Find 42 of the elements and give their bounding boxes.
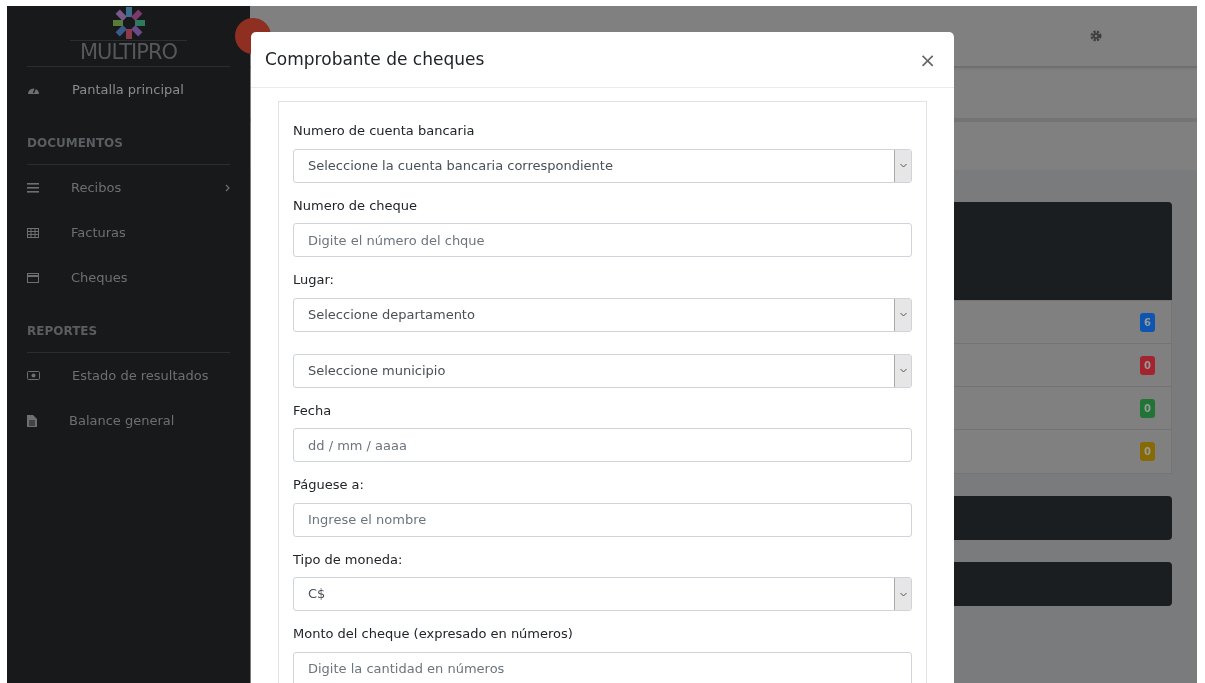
input-field[interactable]: Digite el número del chque [293,223,912,257]
field-label: Páguese a: [293,476,365,494]
table-icon [27,227,39,238]
close-button[interactable]: × [915,49,940,70]
chevron-icon [225,183,230,192]
modal-title: Comprobante de cheques [265,49,485,70]
field-label: Fecha [293,401,333,420]
logo-icon [111,6,146,40]
caret-icon [899,591,907,597]
count-badge: 0 [1140,398,1155,418]
settings-icon[interactable] [1090,30,1102,42]
count-badge: 0 [1140,442,1155,461]
caret-icon [899,312,907,317]
field-label: Numero de cheque [293,196,419,215]
card-icon [27,272,39,283]
money-icon [27,371,40,381]
field-label: Tipo de moneda: [293,550,404,569]
caret-icon [899,368,907,373]
input-field[interactable]: Ingrese el nombre [293,502,912,537]
select-field[interactable]: Seleccione departamento [293,297,912,332]
select-field[interactable]: Seleccione municipio [293,353,912,388]
list-icon [27,182,39,193]
sidebar-item[interactable]: Recibos [7,165,250,211]
section-heading: REPORTES [27,300,230,354]
sidebar-item[interactable]: Estado de resultados [7,353,250,399]
section-heading: DOCUMENTOS [27,112,230,166]
sidebar-item[interactable]: Balance general [7,398,250,444]
caret-icon [899,163,907,168]
field-label: Numero de cuenta bancaria [293,122,476,140]
count-badge: 6 [1140,312,1155,332]
sidebar-item[interactable]: Pantalla principal [7,67,250,113]
count-badge: 0 [1140,355,1155,375]
sidebar-item[interactable]: Cheques [7,255,250,301]
select-field[interactable]: C$ [293,577,912,611]
input-field[interactable]: dd / mm / aaaa [293,428,912,462]
field-label: Lugar: [293,271,335,289]
select-field[interactable]: Seleccione la cuenta bancaria correspondiente [293,148,912,183]
document-icon [27,414,37,427]
input-field[interactable]: Digite la cantidad en números [293,651,912,683]
sidebar-item[interactable]: Facturas [7,210,250,256]
field-label: Monto del cheque (expresado en números) [293,625,574,643]
brand-name: MULTIPRO [69,40,188,65]
